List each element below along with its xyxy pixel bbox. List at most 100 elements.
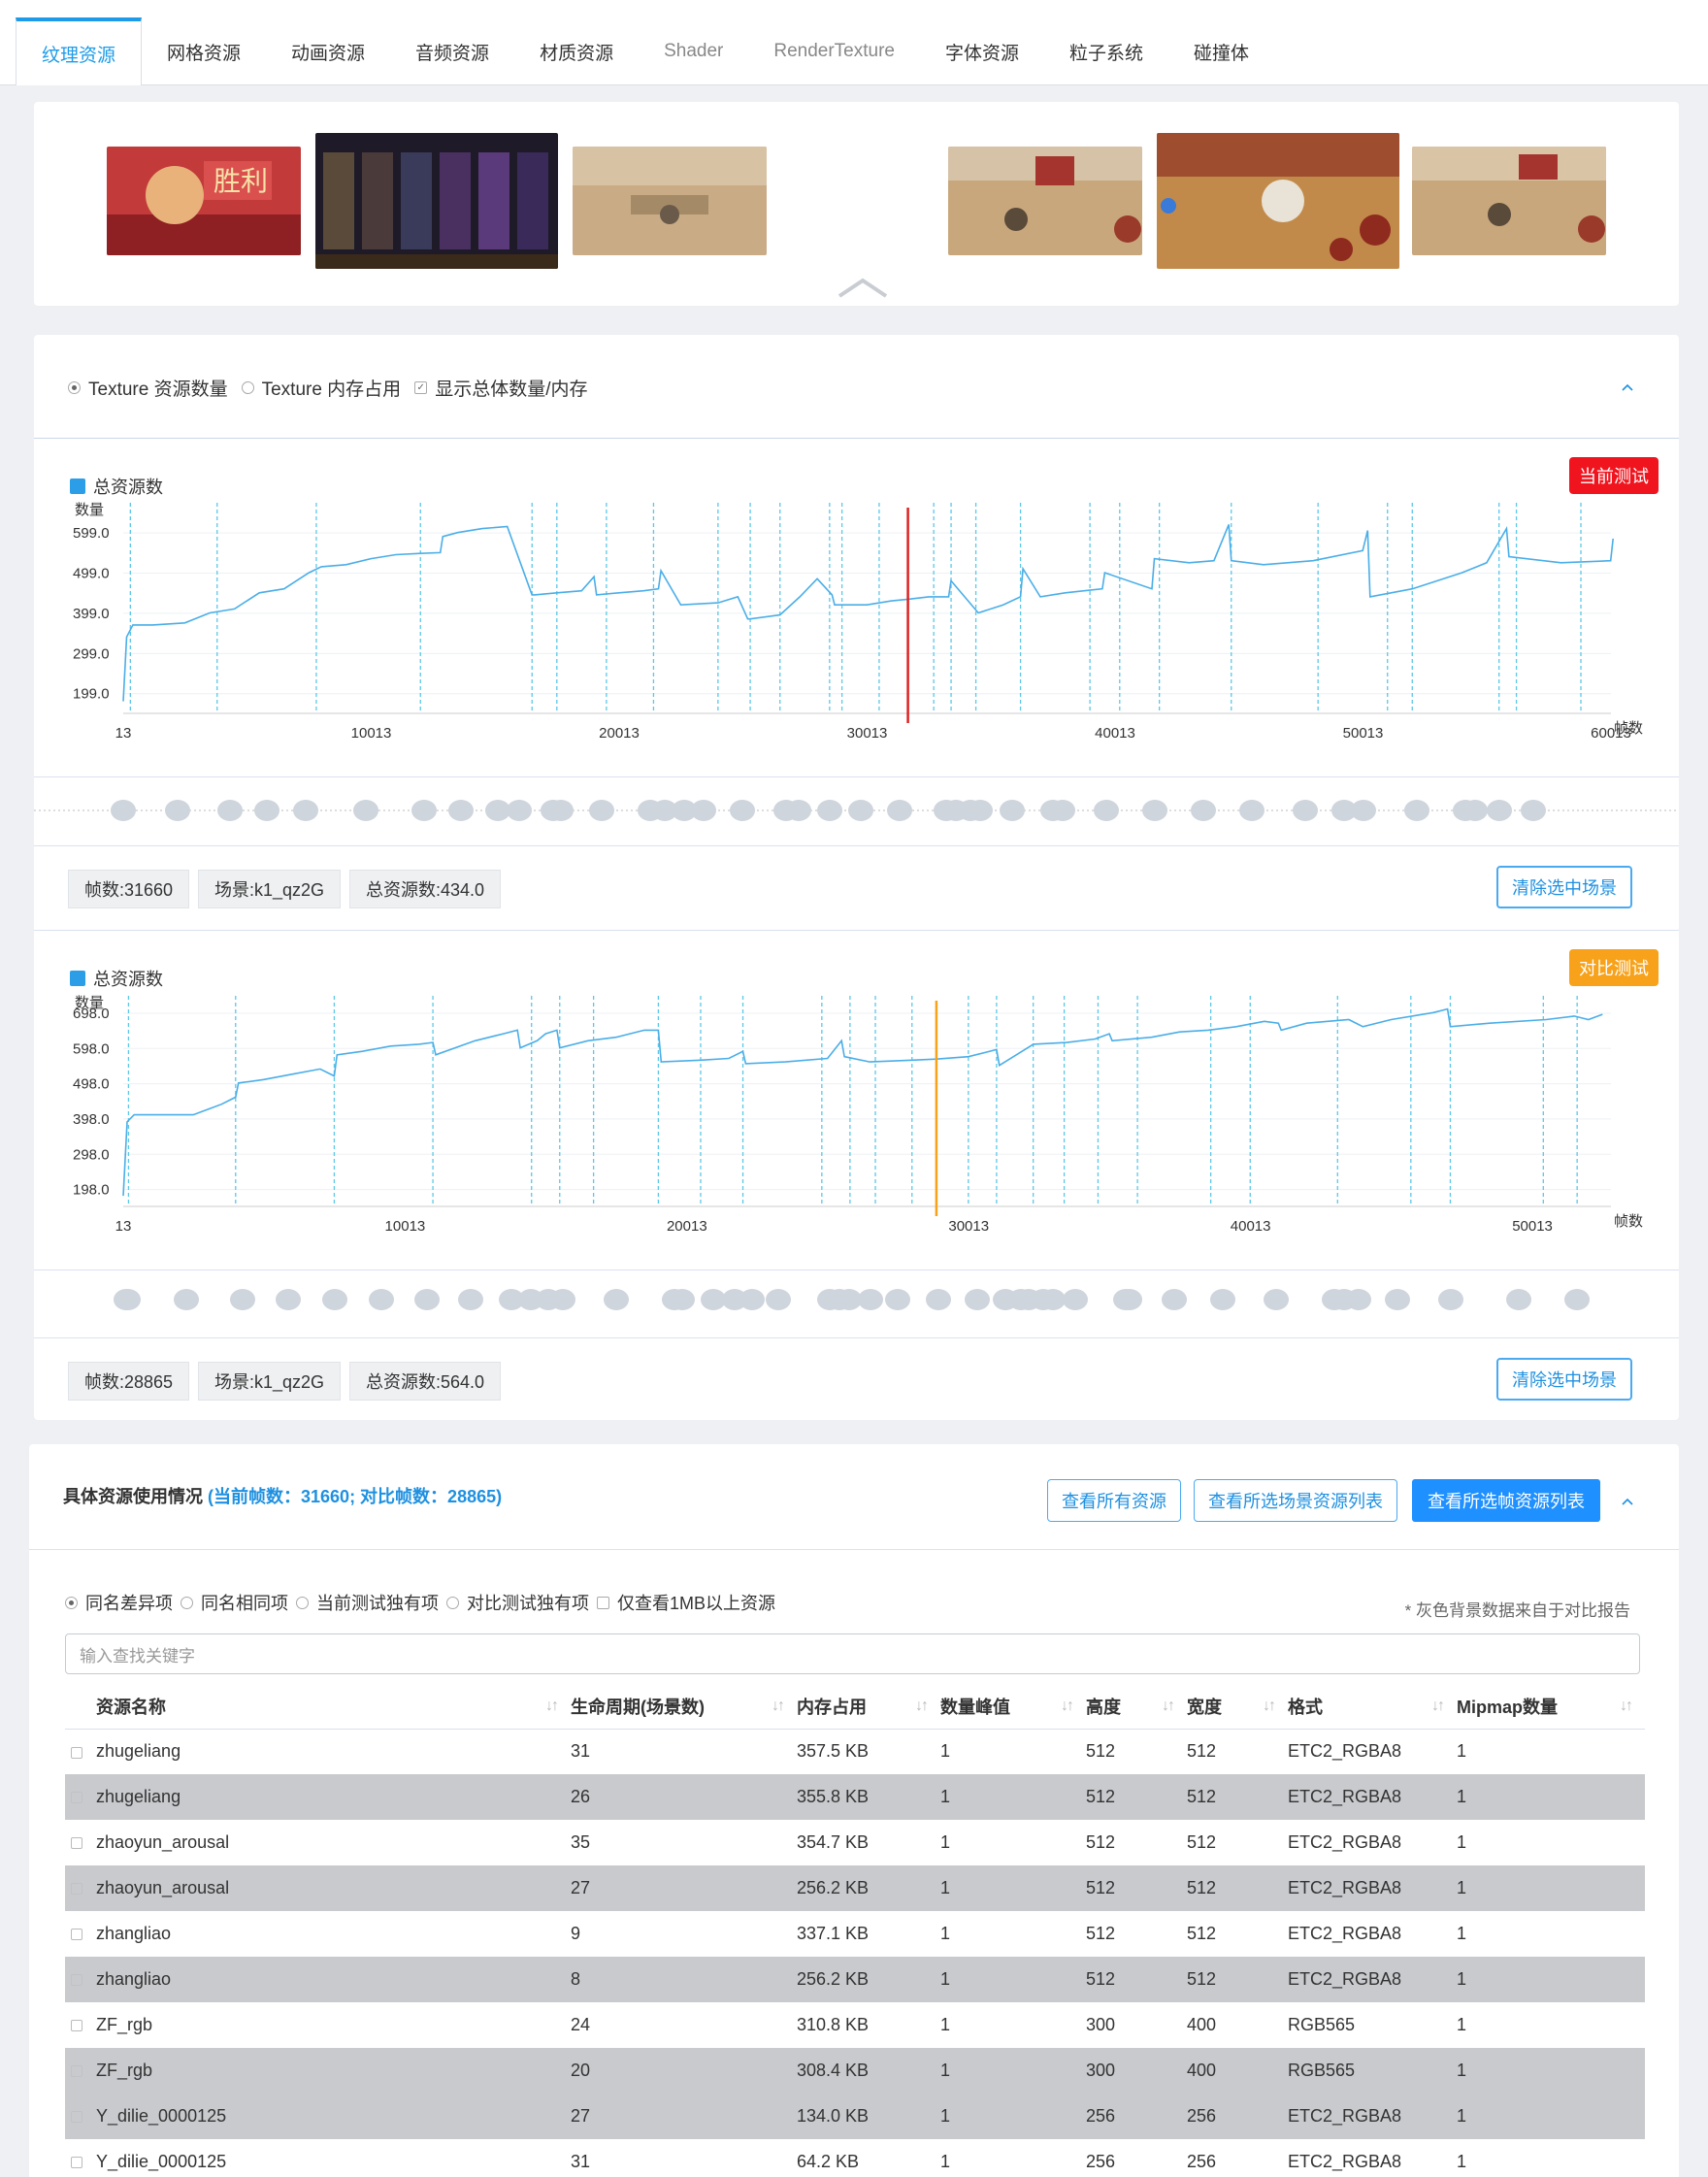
table-row[interactable]: Y_dilie_0000125 31 64.2 KB 1 256 256 ETC2_RGBA… [65, 2139, 1645, 2177]
y-tick-label: 499.0 [73, 566, 110, 582]
chart2-scene-markers[interactable] [34, 1275, 1679, 1324]
column-header-6[interactable]: 格式 ↓↑ [1288, 1684, 1457, 1730]
view-frame-resources-button[interactable]: 查看所选帧资源列表 [1412, 1479, 1600, 1522]
chart2-line-chart[interactable]: 698.0598.0498.0398.0298.0198.0数量帧数13 1001… [34, 988, 1679, 1250]
tab-8[interactable]: 粒子系统 [1044, 18, 1168, 84]
table-row[interactable]: zhugeliang 31 357.5 KB 1 512 512 ETC2_RGBA8 1 [65, 1729, 1645, 1774]
column-header-7[interactable]: Mipmap数量 ↓↑ [1457, 1684, 1645, 1730]
search-input[interactable]: 输入查找关键字 [65, 1633, 1640, 1674]
chart2-clear-scene-button[interactable]: 清除选中场景 [1496, 1358, 1632, 1401]
sort-icon[interactable]: ↓↑ [545, 1698, 559, 1715]
row-checkbox[interactable] [71, 1883, 82, 1896]
table-row[interactable]: zhangliao 8 256.2 KB 1 512 512 ETC2_RGBA8 1 [65, 1957, 1645, 2002]
column-header-3[interactable]: 数量峰值 ↓↑ [940, 1684, 1086, 1730]
svg-text:胜利: 胜利 [214, 165, 268, 197]
filter-radio-0[interactable]: 同名差异项 [65, 1590, 173, 1615]
scene-dot [458, 1289, 483, 1310]
resource-name: zhugeliang [96, 1741, 181, 1762]
tab-2[interactable]: 动画资源 [266, 18, 390, 84]
sort-icon[interactable]: ↓↑ [1263, 1698, 1276, 1715]
table-row[interactable]: zhaoyun_arousal 35 354.7 KB 1 512 512 ETC2_RGB… [65, 1820, 1645, 1865]
row-checkbox[interactable] [71, 1837, 82, 1850]
scene-thumbnail[interactable] [1412, 147, 1606, 255]
table-row[interactable]: Y_dilie_0000125 27 134.0 KB 1 256 256 ETC2_RGB… [65, 2094, 1645, 2139]
table-row[interactable]: ZF_rgb 24 310.8 KB 1 300 400 RGB565 1 [65, 2002, 1645, 2048]
y-tick-label: 599.0 [73, 525, 110, 542]
tab-9[interactable]: 碰撞体 [1168, 18, 1274, 84]
y-tick-label: 199.0 [73, 686, 110, 703]
row-checkbox[interactable] [71, 1746, 82, 1759]
scene-thumbnail[interactable] [573, 147, 767, 255]
chart1-line-chart[interactable]: 599.0499.0399.0299.0199.0数量帧数13 10013 2001… [34, 495, 1679, 757]
scene-thumbnail[interactable] [315, 133, 558, 269]
tab-4[interactable]: 材质资源 [514, 18, 639, 84]
cell-name: ZF_rgb [65, 2002, 571, 2048]
radio-texture-memory[interactable]: Texture 内存占用 [241, 375, 401, 401]
scene-dot [1351, 800, 1376, 821]
collapse-thumbnails-icon[interactable] [838, 277, 888, 298]
table-row[interactable]: zhangliao 9 337.1 KB 1 512 512 ETC2_RGBA8 1 [65, 1911, 1645, 1957]
row-checkbox[interactable] [71, 2020, 82, 2032]
chart1-scene-markers[interactable] [34, 786, 1679, 835]
cell-mem: 64.2 KB [797, 2152, 860, 2171]
row-checkbox[interactable] [71, 2157, 82, 2169]
radio-texture-count[interactable]: Texture 资源数量 [68, 375, 228, 401]
cell-life: 24 [571, 2015, 591, 2034]
scene-dot [254, 800, 279, 821]
cell-peak: 1 [940, 1957, 1086, 2002]
x-tick-label: 40013 [1095, 725, 1135, 742]
cell-mem: 310.8 KB [797, 2015, 870, 2034]
collapse-detail-icon[interactable] [1621, 1495, 1634, 1508]
tab-7[interactable]: 字体资源 [920, 18, 1044, 84]
view-all-resources-button[interactable]: 查看所有资源 [1047, 1479, 1181, 1522]
column-header-5[interactable]: 宽度 ↓↑ [1187, 1684, 1288, 1730]
cell-fmt: ETC2_RGBA8 [1288, 1957, 1457, 2002]
column-header-1[interactable]: 生命周期(场景数) ↓↑ [571, 1684, 797, 1730]
sort-icon[interactable]: ↓↑ [1431, 1698, 1445, 1715]
tab-1[interactable]: 网格资源 [142, 18, 266, 84]
row-checkbox[interactable] [71, 2111, 82, 2124]
column-header-0[interactable]: 资源名称 ↓↑ [65, 1684, 571, 1730]
filter-1mb-check[interactable]: 仅查看1MB以上资源 [597, 1590, 775, 1615]
cell-fmt: RGB565 [1288, 2048, 1457, 2094]
cell-w: 400 [1187, 2048, 1288, 2094]
tab-0[interactable]: 纹理资源 [16, 17, 143, 85]
scene-dot [507, 800, 532, 821]
tab-5[interactable]: Shader [639, 18, 748, 84]
scene-thumbnail[interactable] [1157, 133, 1399, 269]
sort-icon[interactable]: ↓↑ [772, 1698, 785, 1715]
scene-dot [550, 1289, 575, 1310]
sort-icon[interactable]: ↓↑ [1061, 1698, 1074, 1715]
scene-thumbnail[interactable] [948, 147, 1142, 255]
cell-life: 20 [571, 2048, 797, 2094]
filter-radio-2[interactable]: 当前测试独有项 [296, 1590, 439, 1615]
chart1-frame-info: 帧数:31660 [68, 870, 190, 908]
table-row[interactable]: zhugeliang 26 355.8 KB 1 512 512 ETC2_RGBA8 1 [65, 1774, 1645, 1820]
scene-dot [817, 800, 842, 821]
row-checkbox[interactable] [71, 1974, 82, 1987]
sort-icon[interactable]: ↓↑ [915, 1698, 929, 1715]
column-header-4[interactable]: 高度 ↓↑ [1086, 1684, 1187, 1730]
tab-6[interactable]: RenderTexture [748, 18, 920, 84]
filter-radio-3[interactable]: 对比测试独有项 [446, 1590, 589, 1615]
filter-radio-1[interactable]: 同名相同项 [181, 1590, 288, 1615]
collapse-chart-icon[interactable] [1621, 380, 1634, 394]
table-row[interactable]: zhaoyun_arousal 27 256.2 KB 1 512 512 ETC2_RGB… [65, 1865, 1645, 1911]
cell-w: 512 [1187, 1924, 1217, 1943]
column-header-2[interactable]: 内存占用 ↓↑ [797, 1684, 940, 1730]
view-scene-resources-button[interactable]: 查看所选场景资源列表 [1194, 1479, 1397, 1522]
scene-dot [115, 1289, 141, 1310]
row-checkbox[interactable] [71, 2065, 82, 2078]
sort-icon[interactable]: ↓↑ [1620, 1698, 1633, 1715]
check-show-total[interactable]: ✓ 显示总体数量/内存 [414, 375, 587, 401]
column-header-label: 高度 [1086, 1697, 1121, 1717]
scene-thumbnail[interactable]: 胜利 [107, 147, 301, 255]
scene-dot [448, 800, 474, 821]
sort-icon[interactable]: ↓↑ [1162, 1698, 1175, 1715]
table-row[interactable]: ZF_rgb 20 308.4 KB 1 300 400 RGB565 1 [65, 2048, 1645, 2094]
row-checkbox[interactable] [71, 1792, 82, 1804]
cell-life: 35 [571, 1832, 591, 1852]
row-checkbox[interactable] [71, 1929, 82, 1941]
tab-3[interactable]: 音频资源 [390, 18, 514, 84]
chart1-clear-scene-button[interactable]: 清除选中场景 [1496, 866, 1632, 908]
